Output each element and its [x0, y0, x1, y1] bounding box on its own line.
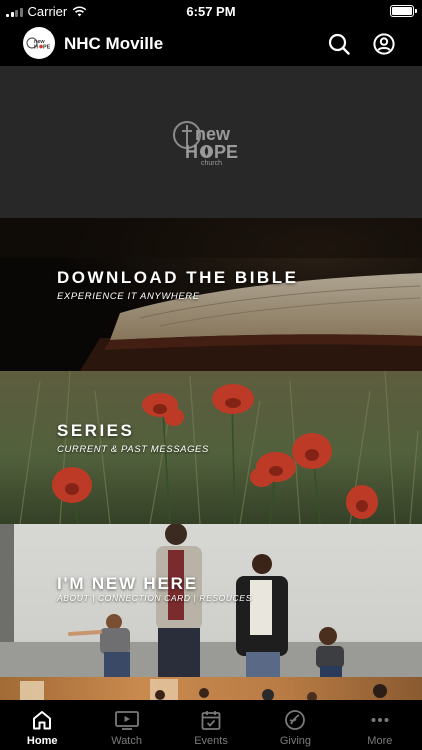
logo-text-h: H [185, 142, 198, 162]
next-tile-partial[interactable] [0, 677, 422, 700]
tab-home[interactable]: Home [0, 700, 84, 750]
tab-events[interactable]: Events [169, 700, 253, 750]
status-bar: Carrier 6:57 PM [0, 0, 422, 22]
series-tile-subtitle: CURRENT & PAST MESSAGES [57, 444, 209, 455]
series-tile-title: SERIES [57, 421, 135, 440]
tab-giving-label: Giving [279, 735, 312, 747]
more-icon [371, 718, 389, 722]
tab-watch-label: Watch [111, 735, 142, 747]
tab-bar: Home Watch Events Giving More [0, 700, 422, 750]
battery-icon [390, 5, 417, 17]
calendar-icon [201, 711, 221, 730]
profile-button[interactable] [372, 32, 396, 56]
series-tile[interactable]: SERIES CURRENT & PAST MESSAGES [0, 371, 422, 524]
download-bible-tile[interactable]: DOWNLOAD THE BIBLE EXPERIENCE IT ANYWHER… [0, 218, 422, 371]
logo-text-church: church [201, 160, 222, 167]
search-button[interactable] [327, 32, 351, 56]
home-icon [33, 711, 52, 730]
app-title: NHC Moville [64, 34, 164, 53]
svg-text:PE: PE [43, 45, 51, 51]
new-here-tile[interactable]: I'M NEW HERE ABOUT | CONNECTION CARD | R… [0, 524, 422, 677]
bible-tile-title: DOWNLOAD THE BIBLE [57, 268, 299, 287]
tab-giving[interactable]: Giving [253, 700, 337, 750]
church-banner-tile[interactable]: new H PE church [0, 66, 422, 218]
status-time: 6:57 PM [186, 4, 236, 19]
home-feed[interactable]: new H PE church DOWNLOAD THE BIBLE EXPER… [0, 66, 422, 700]
next-tile-image [20, 679, 387, 700]
search-icon [328, 33, 350, 55]
logo-text-new: new [195, 124, 231, 144]
new-hope-logo-icon: new H PE [26, 37, 51, 51]
bible-tile-subtitle: EXPERIENCE IT ANYWHERE [57, 291, 200, 302]
giving-icon [285, 710, 306, 730]
new-here-tile-subtitle: ABOUT | CONNECTION CARD | RESOUCES [57, 593, 252, 603]
tab-more[interactable]: More [338, 700, 422, 750]
tab-events-label: Events [194, 735, 228, 747]
user-icon [373, 33, 395, 55]
svg-text:H: H [34, 45, 38, 51]
tab-more-label: More [367, 735, 393, 747]
new-here-tile-title: I'M NEW HERE [57, 574, 198, 593]
new-hope-church-logo: new H PE church [173, 121, 238, 167]
watch-icon [114, 711, 139, 730]
logo-text-pe: PE [214, 142, 238, 162]
app-bar: new H PE NHC Moville [0, 22, 422, 66]
tab-watch[interactable]: Watch [84, 700, 168, 750]
tab-home-label: Home [26, 735, 58, 747]
church-logo-avatar: new H PE [23, 27, 55, 59]
